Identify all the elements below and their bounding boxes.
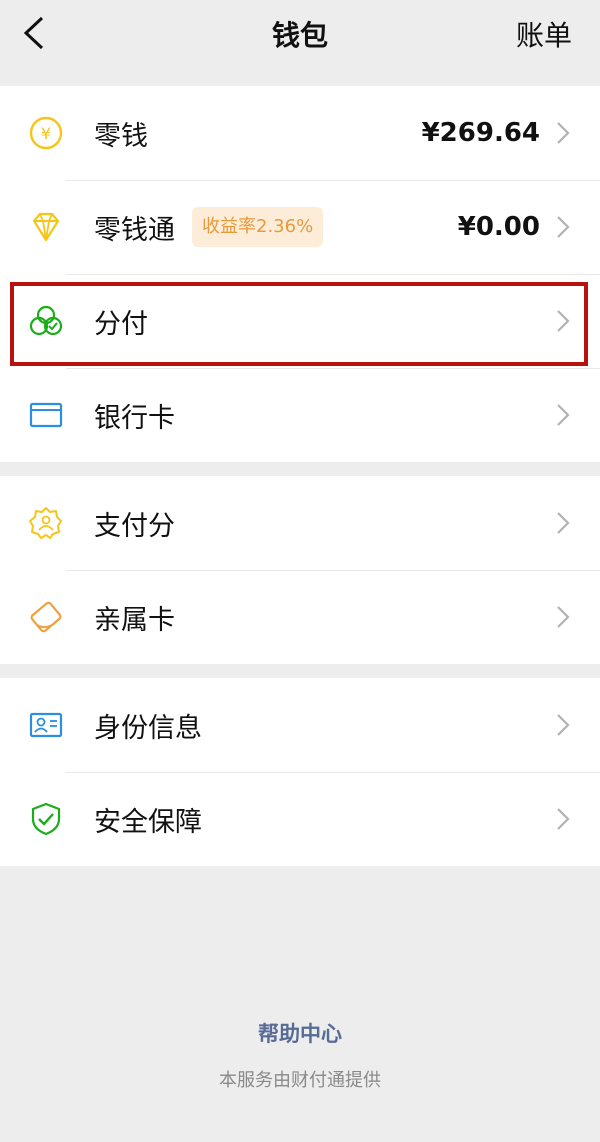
- row-label: 支付分: [94, 510, 175, 542]
- wallet-group-security: 身份信息 安全保障: [0, 678, 600, 866]
- top-nav-bar: 钱包 账单: [0, 0, 600, 86]
- pay-score-icon: [29, 507, 62, 539]
- row-label: 身份信息: [94, 712, 202, 744]
- chevron-right-icon: [557, 606, 570, 628]
- provided-by-text: 本服务由财付通提供: [219, 1070, 381, 1091]
- row-fenfu[interactable]: 分付: [0, 274, 600, 368]
- row-bank-card[interactable]: 银行卡: [0, 368, 600, 462]
- row-label: 亲属卡: [94, 604, 175, 636]
- shield-check-icon: [31, 802, 61, 836]
- row-pay-score[interactable]: 支付分: [0, 476, 600, 570]
- diamond-icon: [32, 212, 60, 242]
- chevron-right-icon: [557, 714, 570, 736]
- row-family-card[interactable]: 亲属卡: [0, 570, 600, 664]
- row-change[interactable]: ¥ 零钱 ¥269.64: [0, 86, 600, 180]
- row-label: 分付: [94, 308, 148, 340]
- row-label: 安全保障: [94, 806, 202, 838]
- id-card-icon: [29, 712, 63, 738]
- row-label: 银行卡: [94, 402, 175, 434]
- coin-icon: ¥: [29, 116, 63, 150]
- wallet-group-assets: ¥ 零钱 ¥269.64 零钱通 收益率2.36% ¥0.00 分付 银行卡: [0, 86, 600, 462]
- row-identity-info[interactable]: 身份信息: [0, 678, 600, 772]
- change-balance: ¥269.64: [421, 118, 540, 148]
- chevron-right-icon: [557, 404, 570, 426]
- wallet-group-services: 支付分 亲属卡: [0, 476, 600, 664]
- row-label: 零钱通: [94, 214, 175, 246]
- chevron-right-icon: [557, 512, 570, 534]
- row-label: 零钱: [94, 120, 148, 152]
- bill-button[interactable]: 账单: [516, 14, 572, 54]
- chevron-right-icon: [557, 808, 570, 830]
- page-title: 钱包: [271, 19, 328, 52]
- help-center-link[interactable]: 帮助中心: [0, 1018, 600, 1048]
- lingqiantong-balance: ¥0.00: [457, 212, 540, 242]
- chevron-right-icon: [557, 216, 570, 238]
- row-lingqiantong[interactable]: 零钱通 收益率2.36% ¥0.00: [0, 180, 600, 274]
- chevron-right-icon: [557, 122, 570, 144]
- group-separator: [0, 462, 600, 476]
- group-separator: [0, 664, 600, 678]
- yield-rate-badge: 收益率2.36%: [192, 207, 324, 247]
- footer: 帮助中心 本服务由财付通提供: [0, 1018, 600, 1092]
- svg-text:¥: ¥: [41, 124, 51, 143]
- chevron-right-icon: [557, 310, 570, 332]
- bank-card-icon: [29, 402, 63, 428]
- fenfu-icon: [29, 305, 63, 336]
- family-card-icon: [30, 601, 62, 633]
- row-security[interactable]: 安全保障: [0, 772, 600, 866]
